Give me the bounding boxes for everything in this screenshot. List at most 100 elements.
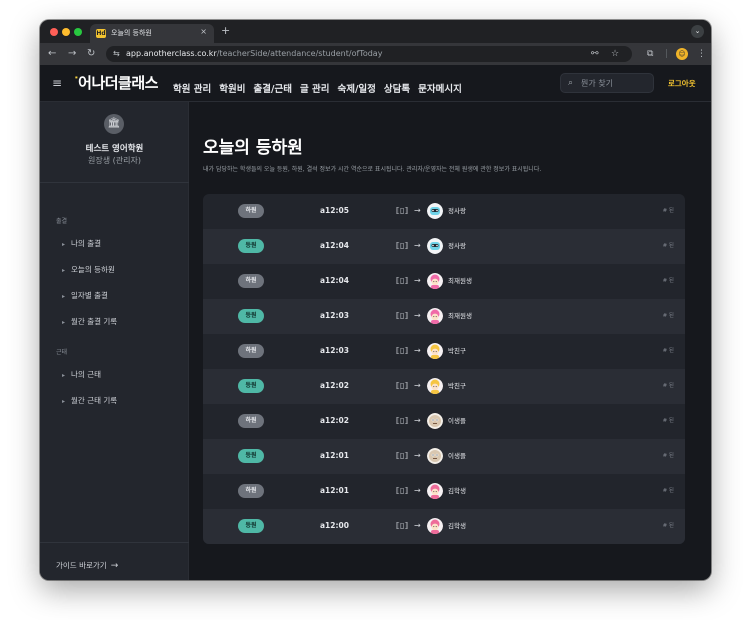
row-tag: # 된 <box>662 243 674 249</box>
nav-menu-item[interactable]: 문자메시지 <box>418 83 462 96</box>
extensions-icon[interactable]: ⧉ <box>647 47 653 61</box>
sidebar-divider-bottom <box>40 542 189 543</box>
attendance-row[interactable]: 등원 a12:04 ⟦▯⟧ → 정사랑 # 된 <box>203 229 685 264</box>
logout-button[interactable]: 로그아웃 <box>668 78 696 89</box>
time-text: a12:01 <box>320 486 349 495</box>
time-text: a12:05 <box>320 206 349 215</box>
tab-search-button[interactable]: ⌄ <box>691 25 704 38</box>
close-window-button[interactable] <box>50 28 58 36</box>
nav-menu-item[interactable]: 상담톡 <box>384 83 410 96</box>
tab-strip: Hd 오늘의 등하원 × + ⌄ <box>40 20 711 43</box>
device-icon: ⟦▯⟧ <box>396 451 409 460</box>
device-icon: ⟦▯⟧ <box>396 311 409 320</box>
minimize-window-button[interactable] <box>62 28 70 36</box>
attendance-row[interactable]: 하원 a12:02 ⟦▯⟧ → 이생플 # 된 <box>203 404 685 439</box>
student-name[interactable]: 이생플 <box>448 451 466 461</box>
row-tag: # 된 <box>662 523 674 529</box>
forward-button[interactable]: → <box>68 47 76 61</box>
browser-toolbar: ← → ↻ ⇆ app.anotherclass.co.kr/teacherSi… <box>40 43 711 65</box>
sidebar-divider <box>40 182 189 183</box>
attendance-row[interactable]: 등원 a12:02 ⟦▯⟧ → 박친구 # 된 <box>203 369 685 404</box>
attendance-row[interactable]: 하원 a12:03 ⟦▯⟧ → 박친구 # 된 <box>203 334 685 369</box>
row-tag: # 된 <box>662 313 674 319</box>
tab-close-icon[interactable]: × <box>200 27 207 36</box>
url-host: app.anotherclass.co.kr <box>126 49 217 58</box>
site-info-icon[interactable]: ⇆ <box>113 48 120 60</box>
status-badge: 등원 <box>238 239 264 253</box>
menu-icon[interactable]: ⋮ <box>697 47 706 61</box>
arrow-right-icon: → <box>414 346 421 355</box>
maximize-window-button[interactable] <box>74 28 82 36</box>
sidebar-item[interactable]: ▸ 나의 출결 <box>62 235 101 250</box>
device-icon: ⟦▯⟧ <box>396 241 409 250</box>
student-name[interactable]: 이생플 <box>448 416 466 426</box>
attendance-row[interactable]: 하원 a12:05 ⟦▯⟧ → 정사랑 # 된 <box>203 194 685 229</box>
student-name[interactable]: 박친구 <box>448 346 466 356</box>
nav-menu-item[interactable]: 학원 관리 <box>173 83 211 96</box>
student-name[interactable]: 최재원생 <box>448 311 472 321</box>
sidebar-item-label: 월간 출결 기록 <box>71 317 118 326</box>
attendance-row[interactable]: 하원 a12:04 ⟦▯⟧ → 최재원생 # 된 <box>203 264 685 299</box>
student-avatar <box>427 203 443 219</box>
time-text: a12:03 <box>320 311 349 320</box>
guide-link[interactable]: 가이드 바로가기 → <box>56 557 118 572</box>
hamburger-menu-icon[interactable]: ≡ <box>52 76 62 90</box>
reload-button[interactable]: ↻ <box>87 47 95 61</box>
app-header: ≡ ᐝ어나더클래스 학원 관리 학원비 출결/근태 글 관리 숙제/일정 상담톡 문자메시지… <box>40 65 711 102</box>
profile-icon[interactable]: ☺ <box>676 48 688 60</box>
row-tag: # 된 <box>662 418 674 424</box>
arrow-right-icon: → <box>414 521 421 530</box>
time-text: a12:00 <box>320 521 349 530</box>
status-badge: 등원 <box>238 449 264 463</box>
search-box[interactable]: ⌕ 뭔가 찾기 <box>560 73 654 93</box>
chevron-right-icon: ▸ <box>62 319 66 326</box>
url-text[interactable]: app.anotherclass.co.kr/teacherSide/atten… <box>126 49 382 59</box>
arrow-right-icon: → <box>414 311 421 320</box>
address-bar[interactable]: ⇆ app.anotherclass.co.kr/teacherSide/att… <box>106 46 632 62</box>
sidebar-item[interactable]: ▸ 나의 근태 <box>62 366 101 381</box>
attendance-row[interactable]: 등원 a12:01 ⟦▯⟧ → 이생플 # 된 <box>203 439 685 474</box>
status-badge: 하원 <box>238 274 264 288</box>
arrow-right-icon: → <box>110 561 119 571</box>
sidebar-item[interactable]: ▸ 월간 출결 기록 <box>62 313 117 328</box>
nav-menu-item[interactable]: 출결/근태 <box>254 83 292 96</box>
search-input[interactable]: 뭔가 찾기 <box>581 78 613 89</box>
sidebar-item[interactable]: ▸ 오늘의 등하원 <box>62 261 115 276</box>
device-icon: ⟦▯⟧ <box>396 486 409 495</box>
star-icon[interactable]: ☆ <box>611 48 619 60</box>
arrow-right-icon: → <box>414 206 421 215</box>
back-button[interactable]: ← <box>48 47 56 61</box>
student-name[interactable]: 정사랑 <box>448 206 466 216</box>
nav-menu-item[interactable]: 학원비 <box>219 83 245 96</box>
student-name[interactable]: 정사랑 <box>448 241 466 251</box>
attendance-row[interactable]: 하원 a12:01 ⟦▯⟧ → 김학생 # 된 <box>203 474 685 509</box>
row-tag: # 된 <box>662 278 674 284</box>
sidebar-item[interactable]: ▸ 일자별 출결 <box>62 287 108 302</box>
main-menu: 학원 관리 학원비 출결/근태 글 관리 숙제/일정 상담톡 문자메시지 <box>173 77 470 96</box>
device-icon: ⟦▯⟧ <box>396 276 409 285</box>
status-badge: 등원 <box>238 379 264 393</box>
device-icon: ⟦▯⟧ <box>396 416 409 425</box>
nav-menu-item[interactable]: 숙제/일정 <box>337 83 375 96</box>
sidebar-item-label: 월간 근태 기록 <box>71 396 118 405</box>
nav-menu-item[interactable]: 글 관리 <box>300 83 330 96</box>
browser-tab-active[interactable]: Hd 오늘의 등하원 × <box>90 24 214 43</box>
student-avatar <box>427 378 443 394</box>
attendance-row[interactable]: 등원 a12:00 ⟦▯⟧ → 김학생 # 된 <box>203 509 685 544</box>
sidebar-item[interactable]: ▸ 월간 근태 기록 <box>62 392 117 407</box>
student-name[interactable]: 김학생 <box>448 521 466 531</box>
page-title: 오늘의 등하원 <box>203 138 303 158</box>
arrow-right-icon: → <box>414 451 421 460</box>
chevron-right-icon: ▸ <box>62 372 66 379</box>
chevron-right-icon: ▸ <box>62 241 66 248</box>
new-tab-button[interactable]: + <box>221 24 230 38</box>
attendance-row[interactable]: 등원 a12:03 ⟦▯⟧ → 최재원생 # 된 <box>203 299 685 334</box>
student-name[interactable]: 김학생 <box>448 486 466 496</box>
app-logo[interactable]: ᐝ어나더클래스 <box>74 74 158 92</box>
student-name[interactable]: 최재원생 <box>448 276 472 286</box>
sidebar: 🏛 테스트 영어학원 원장생 (관리자) 가이드 바로가기 → 출결 ▸ 나의 출결 ▸… <box>40 102 189 580</box>
row-tag: # 된 <box>662 208 674 214</box>
link-icon[interactable]: ⚯ <box>591 48 599 60</box>
sidebar-item-label: 오늘의 등하원 <box>71 265 115 274</box>
student-name[interactable]: 박친구 <box>448 381 466 391</box>
